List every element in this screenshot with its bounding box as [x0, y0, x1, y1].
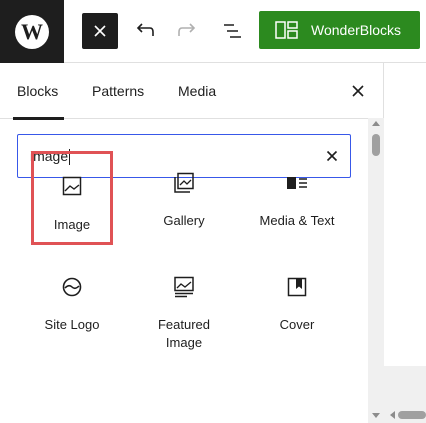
block-item-site-logo[interactable]: Site Logo	[31, 275, 113, 334]
block-label: Cover	[279, 317, 315, 332]
close-icon	[326, 150, 338, 162]
block-label: Site Logo	[44, 317, 100, 332]
scroll-down-arrow-icon[interactable]	[372, 413, 380, 418]
tab-patterns[interactable]: Patterns	[92, 63, 144, 119]
scrollbar-thumb[interactable]	[372, 134, 380, 156]
block-label: Media & Text	[259, 213, 335, 228]
undo-icon	[136, 23, 154, 36]
wonderblocks-icon	[275, 21, 298, 39]
close-icon	[352, 85, 364, 97]
wordpress-logo-letter: W	[21, 18, 43, 44]
gallery-icon	[172, 171, 196, 195]
featured-image-icon	[172, 275, 196, 299]
undo-button[interactable]	[126, 13, 162, 49]
site-logo-icon	[60, 275, 84, 299]
document-overview-button[interactable]	[214, 13, 250, 49]
clear-search-button[interactable]	[320, 143, 344, 169]
inserter-tabs: Blocks Patterns Media	[0, 63, 384, 120]
list-view-icon	[224, 24, 241, 38]
media-text-icon	[285, 171, 309, 195]
block-item-image[interactable]: Image	[31, 151, 113, 245]
block-item-cover[interactable]: Cover	[254, 275, 340, 334]
close-icon	[94, 25, 106, 37]
block-item-media-text[interactable]: Media & Text	[254, 171, 340, 230]
wordpress-logo[interactable]: W	[0, 0, 64, 63]
panel-scrollbar[interactable]	[368, 118, 384, 423]
redo-icon	[178, 23, 196, 36]
wonderblocks-label: WonderBlocks	[311, 22, 402, 38]
block-item-gallery[interactable]: Gallery	[143, 171, 225, 230]
close-inserter-button[interactable]	[82, 13, 118, 49]
top-toolbar: W WonderBlocks	[0, 0, 426, 63]
cover-icon	[285, 275, 309, 299]
redo-button[interactable]	[170, 13, 206, 49]
image-icon	[60, 174, 84, 198]
wordpress-icon: W	[15, 14, 49, 49]
horizontal-scrollbar-thumb[interactable]	[398, 411, 426, 419]
tab-media[interactable]: Media	[178, 63, 216, 119]
tab-blocks[interactable]: Blocks	[12, 63, 65, 120]
close-panel-button[interactable]	[344, 77, 372, 105]
wonderblocks-button[interactable]: WonderBlocks	[259, 11, 420, 49]
block-item-featured-image[interactable]: Featured Image	[143, 275, 225, 352]
scroll-left-arrow-icon[interactable]	[390, 411, 395, 419]
block-label: Image	[53, 217, 91, 232]
scroll-up-arrow-icon[interactable]	[372, 121, 380, 126]
block-label: Featured Image	[157, 317, 211, 350]
block-label: Gallery	[163, 213, 205, 228]
